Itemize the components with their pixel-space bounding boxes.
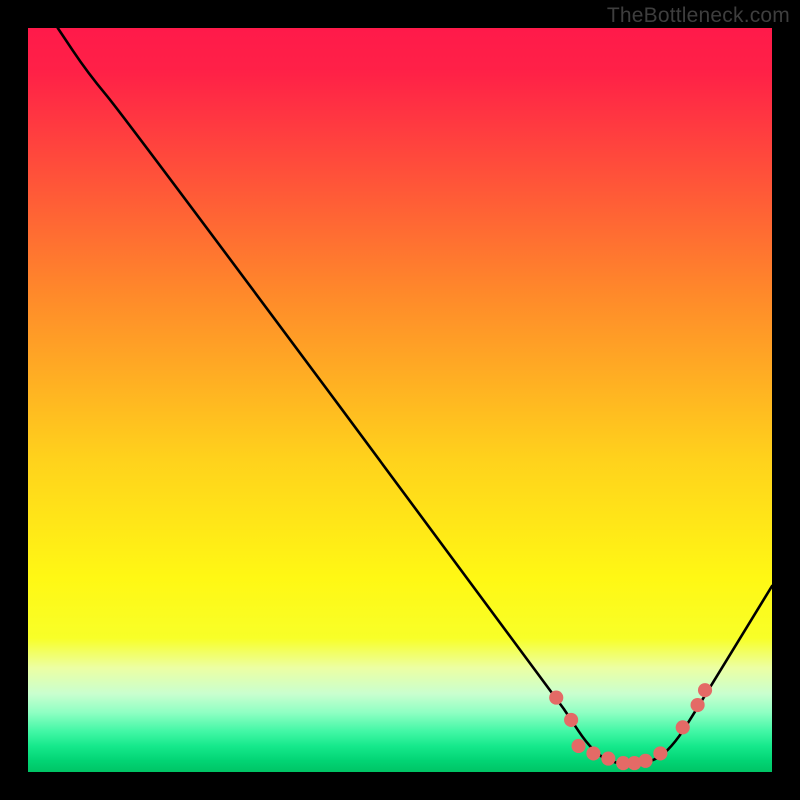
highlight-point [698, 683, 712, 697]
highlight-point [564, 713, 578, 727]
highlight-markers [549, 683, 712, 770]
bottleneck-curve-path [58, 28, 772, 764]
highlight-point [691, 698, 705, 712]
highlight-point [549, 691, 563, 705]
highlight-point [653, 746, 667, 760]
highlight-point [676, 720, 690, 734]
highlight-point [638, 754, 652, 768]
plot-area [28, 28, 772, 772]
watermark-text: TheBottleneck.com [607, 4, 790, 28]
curve-layer [28, 28, 772, 772]
highlight-point [586, 746, 600, 760]
highlight-point [571, 739, 585, 753]
highlight-point [601, 752, 615, 766]
chart-frame: TheBottleneck.com [0, 0, 800, 800]
